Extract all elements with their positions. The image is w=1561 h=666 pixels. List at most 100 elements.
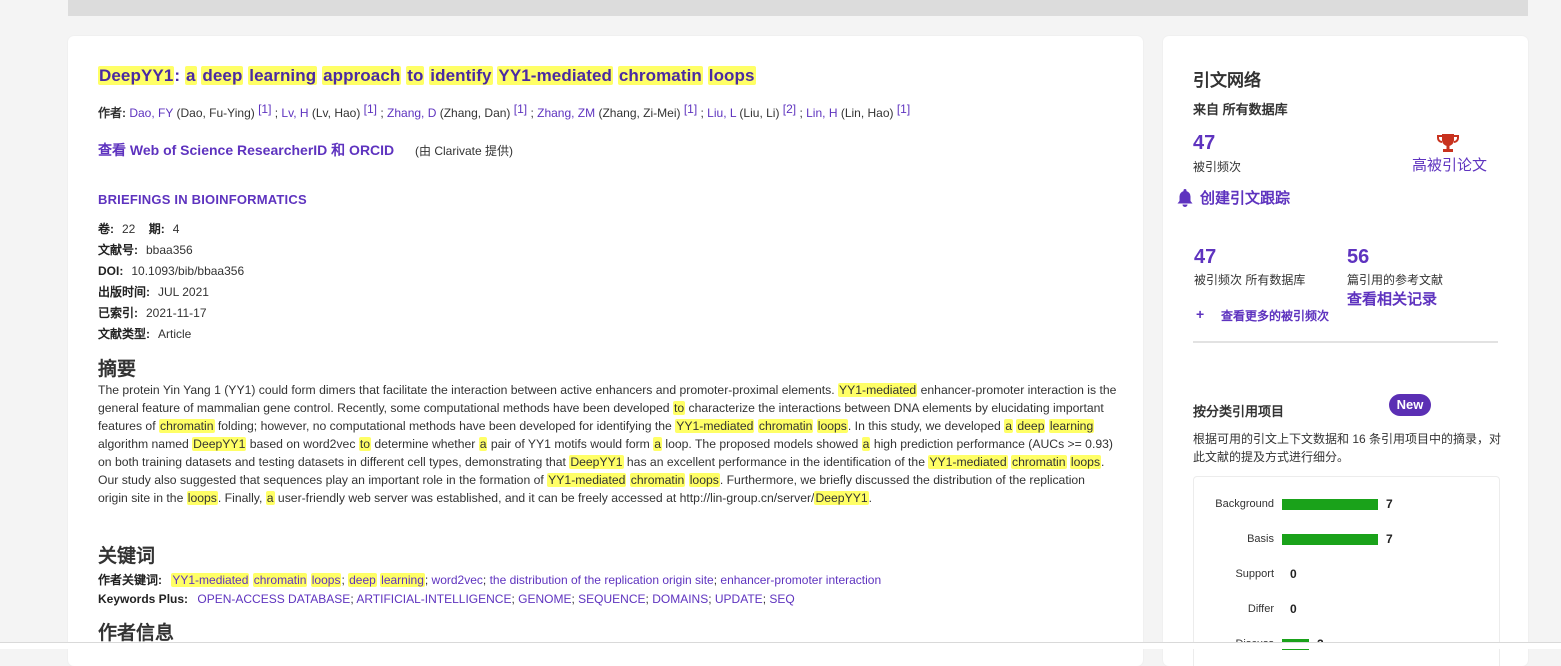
authors-line: 作者: Dao, FY (Dao, Fu-Ying) [1] ; Lv, H (… [98,102,910,121]
chart-category-label: Support [1235,568,1274,580]
highlighted-term: loops [310,573,342,587]
abstract-run: based on word2vec [246,437,359,451]
author-keyword-link[interactable]: word2vec [432,573,483,587]
separator: ; [796,106,803,120]
meta-row: 文献号: bbaa356 [98,240,244,261]
times-cited-count[interactable]: 47 [1193,132,1215,155]
separator: ; [708,592,715,606]
create-citation-alert-link[interactable]: 创建引文跟踪 [1200,187,1290,208]
chart-value-label: 0 [1290,602,1297,616]
citation-network-card: 引文网络 来自 所有数据库 47 被引频次 高被引论文 创建引文跟踪 47 被引… [1163,36,1528,666]
keyword-plus-link[interactable]: ARTIFICIAL-INTELLIGENCE [356,592,511,606]
authors-list: Dao, FY (Dao, Fu-Ying) [1] ; Lv, H (Lv, … [129,102,910,120]
author-full-name: (Liu, Li) [736,106,783,120]
highlighted-term: a [653,437,662,451]
keywords-plus-row: Keywords Plus: OPEN-ACCESS DATABASE; ART… [98,592,795,606]
author-keyword-link[interactable]: enhancer-promoter interaction [720,573,881,587]
chart-bar[interactable] [1282,534,1378,545]
author-keywords-label: 作者关键词: [98,573,162,587]
author-keywords-row: 作者关键词: YY1-mediated chromatin loops; dee… [98,571,881,588]
keyword-plus-link[interactable]: GENOME [518,592,571,606]
record-card: DeepYY1: a deep learning approach to ide… [68,36,1143,666]
keyword-text: enhancer-promoter interaction [720,573,882,587]
keywords-plus-list: OPEN-ACCESS DATABASE; ARTIFICIAL-INTELLI… [197,592,794,606]
highlighted-term: identify [429,66,493,85]
meta-value: JUL 2021 [158,285,209,299]
chart-row: Background 7 [1194,496,1499,514]
author-link[interactable]: Lin, H [803,106,837,120]
highly-cited-link[interactable]: 高被引论文 [1412,154,1487,175]
view-related-records-link[interactable]: 查看相关记录 [1347,288,1437,309]
abstract-run: pair of YY1 motifs would form [487,437,654,451]
author-keywords-list: YY1-mediated chromatin loops; deep learn… [171,573,881,587]
meta-key: 已索引: [98,306,138,320]
highlighted-term: DeepYY1 [192,437,247,451]
author-full-name: (Lin, Hao) [837,106,897,120]
affiliation-ref-link[interactable]: [1] [684,102,697,116]
plus-icon: + [1196,306,1205,322]
bell-icon [1177,189,1193,207]
affiliation-ref-link[interactable]: [1] [897,102,910,116]
author-link[interactable]: Lv, H [278,106,308,120]
highlighted-term: loops [816,419,848,433]
author-link[interactable]: Dao, FY [129,106,173,120]
highlighted-term: loops [688,473,720,487]
keywords-heading: 关键词 [98,546,156,567]
keyword-text: word2vec [431,573,483,587]
keyword-plus-link[interactable]: OPEN-ACCESS DATABASE [197,592,350,606]
source-label: 来自 所有数据库 [1193,102,1288,117]
keyword-plus-link[interactable]: SEQ [769,592,794,606]
cited-all-db-label: 被引频次 所有数据库 [1194,273,1306,287]
affiliation-ref-link[interactable]: [1] [258,102,271,116]
highlighted-term: YY1-mediated [928,455,1008,469]
author-link[interactable]: Zhang, D [384,106,436,120]
highlighted-term: to [406,66,425,85]
keyword-plus-link[interactable]: DOMAINS [652,592,708,606]
meta-value: bbaa356 [146,243,193,257]
chart-category-label: Differ [1247,603,1274,615]
separator: ; [424,573,432,587]
chart-row: Support 0 [1194,566,1499,584]
author-keyword-link[interactable]: deep learning [348,573,425,587]
meta-value: 10.1093/bib/bbaa356 [131,264,245,278]
keyword-plus-link[interactable]: SEQUENCE [578,592,645,606]
researcher-id-link[interactable]: 查看 Web of Science ResearcherID 和 ORCID [98,140,394,160]
keyword-plus-link[interactable]: UPDATE [715,592,763,606]
bib-meta: 卷: 22 期: 4 文献号: bbaa356 DOI: 10.1093/bib/bbaa… [98,219,244,345]
author-link[interactable]: Liu, L [704,106,736,120]
meta-row: 已索引: 2021-11-17 [98,303,244,324]
references-count[interactable]: 56 [1347,246,1369,269]
citation-category-chart: Background7Basis7Support0Differ0Discuss2 [1193,476,1500,666]
meta-rows: 文献号: bbaa356 DOI: 10.1093/bib/bbaa356 出版时间: J… [98,240,244,345]
more-times-cited-link[interactable]: 查看更多的被引频次 [1221,307,1329,324]
chart-value-label: 0 [1290,567,1297,581]
highlighted-term: learning [380,573,425,587]
meta-value: 2021-11-17 [146,306,207,320]
citation-network-title: 引文网络 [1193,71,1261,90]
separator: ; [482,573,490,587]
affiliation-ref-link[interactable]: [1] [514,102,527,116]
highlighted-term: chromatin [252,573,308,587]
affiliation-ref-link[interactable]: [1] [364,102,377,116]
highlighted-term: chromatin [158,419,215,433]
author-keyword-link[interactable]: YY1-mediated chromatin loops [171,573,342,587]
abstract-run: . [868,491,872,505]
chart-bar[interactable] [1282,499,1378,510]
researcher-note: (由 Clarivate 提供) [415,144,514,158]
keywords-plus-label: Keywords Plus: [98,592,189,606]
highlighted-term: YY1-mediated [675,419,755,433]
author-link[interactable]: Zhang, ZM [534,106,595,120]
highlighted-term: chromatin [1011,455,1067,469]
meta-key: 文献号: [98,243,138,257]
affiliation-ref-link[interactable]: [2] [783,102,796,116]
issue-value: 4 [172,222,180,236]
issue-label: 期: [148,222,165,236]
author-keyword-link[interactable]: the distribution of the replication orig… [490,573,714,587]
abstract-run: . In this study, we developed [847,419,1005,433]
author-full-name: (Dao, Fu-Ying) [173,106,259,120]
chart-category-label: Basis [1247,533,1274,545]
new-badge: New [1389,394,1431,416]
cited-all-db-count[interactable]: 47 [1194,246,1216,269]
journal-link[interactable]: BRIEFINGS IN BIOINFORMATICS [98,192,307,207]
highlighted-term: loops [186,491,218,505]
